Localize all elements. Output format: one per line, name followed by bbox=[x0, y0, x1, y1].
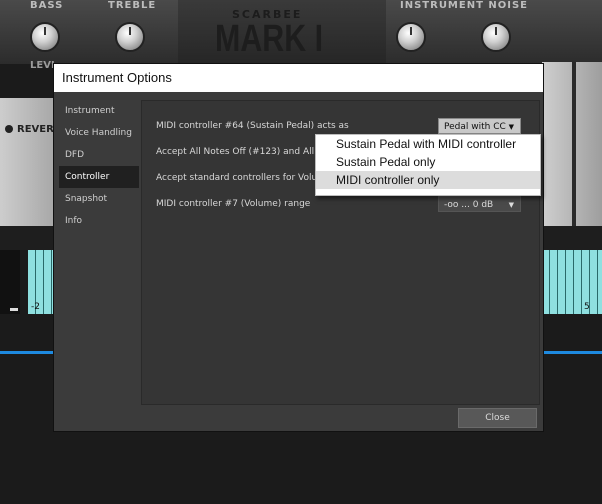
sustain-pedal-menu: Sustain Pedal with MIDI controller Susta… bbox=[315, 134, 541, 196]
accent-line-left bbox=[0, 351, 53, 354]
all-notes-off-label: Accept All Notes Off (#123) and All So bbox=[156, 147, 329, 157]
noise-knob-2[interactable] bbox=[481, 22, 511, 52]
chevron-down-icon: ▼ bbox=[508, 201, 514, 209]
instrument-noise-label: INSTRUMENT NOISE bbox=[400, 0, 529, 11]
left-panel bbox=[0, 98, 54, 226]
nav-item-controller[interactable]: Controller bbox=[59, 166, 139, 188]
nav-item-snapshot[interactable]: Snapshot bbox=[59, 188, 139, 210]
bass-knob[interactable] bbox=[30, 22, 60, 52]
dialog-title: Instrument Options bbox=[54, 64, 543, 92]
level-label: LEVI bbox=[30, 60, 55, 71]
standard-controllers-label: Accept standard controllers for Volum bbox=[156, 173, 326, 183]
chevron-down-icon: ▼ bbox=[508, 123, 514, 131]
treble-knob[interactable] bbox=[115, 22, 145, 52]
bass-label: BASS bbox=[30, 0, 64, 11]
brand-logo: MARK I bbox=[215, 18, 324, 60]
pitch-slider[interactable] bbox=[0, 250, 20, 314]
octave-label-right: 5 bbox=[584, 302, 590, 312]
menu-item-midi-only[interactable]: MIDI controller only bbox=[316, 171, 540, 189]
keyboard-right[interactable] bbox=[542, 250, 602, 314]
octave-label-left: -2 bbox=[31, 302, 40, 312]
noise-knob-1[interactable] bbox=[396, 22, 426, 52]
options-nav: Instrument Voice Handling DFD Controller… bbox=[59, 100, 139, 300]
menu-item-sustain-with-midi[interactable]: Sustain Pedal with MIDI controller bbox=[316, 135, 540, 153]
nav-item-instrument[interactable]: Instrument bbox=[59, 100, 139, 122]
nav-item-dfd[interactable]: DFD bbox=[59, 144, 139, 166]
accent-line-right bbox=[542, 351, 602, 354]
sustain-pedal-dropdown[interactable]: Pedal with CC ▼ bbox=[438, 118, 521, 134]
sustain-pedal-value: Pedal with CC bbox=[444, 122, 506, 132]
close-button[interactable]: Close bbox=[458, 408, 537, 428]
nav-item-info[interactable]: Info bbox=[59, 210, 139, 232]
volume-range-dropdown[interactable]: -oo ... 0 dB ▼ bbox=[438, 196, 521, 212]
nav-item-voice-handling[interactable]: Voice Handling bbox=[59, 122, 139, 144]
menu-item-sustain-only[interactable]: Sustain Pedal only bbox=[316, 153, 540, 171]
volume-range-label: MIDI controller #7 (Volume) range bbox=[156, 199, 311, 209]
right-panel bbox=[542, 62, 602, 232]
instrument-options-dialog: Instrument Options Instrument Voice Hand… bbox=[53, 63, 544, 432]
volume-range-value: -oo ... 0 dB bbox=[444, 200, 494, 210]
reverb-led-icon bbox=[5, 125, 13, 133]
sustain-pedal-label: MIDI controller #64 (Sustain Pedal) acts… bbox=[156, 121, 349, 131]
treble-label: TREBLE bbox=[108, 0, 157, 11]
